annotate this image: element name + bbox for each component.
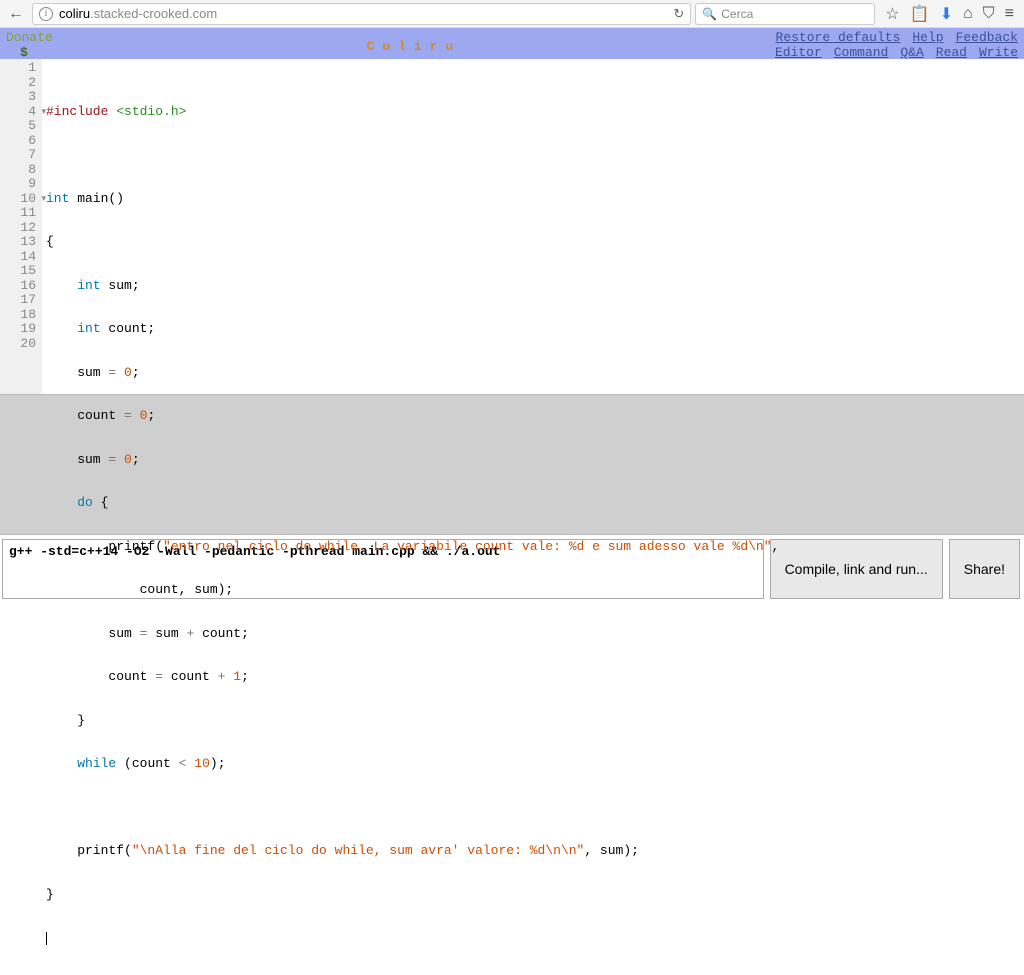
line-num: 13 [2,235,36,250]
write-link[interactable]: Write [979,45,1018,60]
line-num: 18 [2,308,36,323]
info-icon[interactable]: i [39,7,53,21]
browser-search-box[interactable]: 🔍 Cerca [695,3,875,25]
line-gutter: 1 2 3 4 5 6 7 8 9 10 11 12 13 14 15 16 1… [0,59,42,394]
line-num: 17 [2,293,36,308]
editor-link[interactable]: Editor [775,45,822,60]
line-num: 2 [2,76,36,91]
download-icon[interactable]: ⬇ [940,4,953,24]
url-text: coliru.stacked-crooked.com [59,6,667,21]
help-link[interactable]: Help [912,30,943,45]
line-num: 16 [2,279,36,294]
back-button[interactable]: ← [4,2,28,26]
line-num: 8 [2,163,36,178]
qa-link[interactable]: Q&A [900,45,923,60]
line-num: 6 [2,134,36,149]
line-num: 3 [2,90,36,105]
browser-toolbar: ← i coliru.stacked-crooked.com ↻ 🔍 Cerca… [0,0,1024,28]
line-num: 14 [2,250,36,265]
home-icon[interactable]: ⌂ [963,5,973,23]
url-bar[interactable]: i coliru.stacked-crooked.com ↻ [32,3,691,25]
cursor [46,932,47,945]
search-icon: 🔍 [702,7,717,21]
line-num: 1 [2,61,36,76]
line-num: 19 [2,322,36,337]
line-num: 12 [2,221,36,236]
star-icon[interactable]: ☆ [885,4,899,24]
line-num: 5 [2,119,36,134]
read-link[interactable]: Read [936,45,967,60]
menu-icon[interactable]: ≡ [1005,5,1014,23]
line-num: 15 [2,264,36,279]
command-link[interactable]: Command [834,45,889,60]
pocket-icon[interactable]: ⛉ [983,5,995,23]
line-num: 9 [2,177,36,192]
line-num: 10 [2,192,36,207]
search-placeholder: Cerca [721,7,753,21]
line-num: 11 [2,206,36,221]
dollar-sign: $ [6,45,53,60]
feedback-link[interactable]: Feedback [956,30,1018,45]
app-title: Coliru [366,35,461,54]
line-num: 7 [2,148,36,163]
line-num: 20 [2,337,36,352]
code-area[interactable]: #include <stdio.h> int main() { int sum;… [42,59,1024,394]
clipboard-icon[interactable]: 📋 [910,4,930,24]
restore-defaults-link[interactable]: Restore defaults [776,30,901,45]
reload-icon[interactable]: ↻ [673,6,684,22]
line-num: 4 [2,105,36,120]
code-editor[interactable]: 1 2 3 4 5 6 7 8 9 10 11 12 13 14 15 16 1… [0,59,1024,394]
coliru-header: Donate $ Coliru Restore defaults Help Fe… [0,28,1024,59]
donate-link[interactable]: Donate [6,30,53,45]
